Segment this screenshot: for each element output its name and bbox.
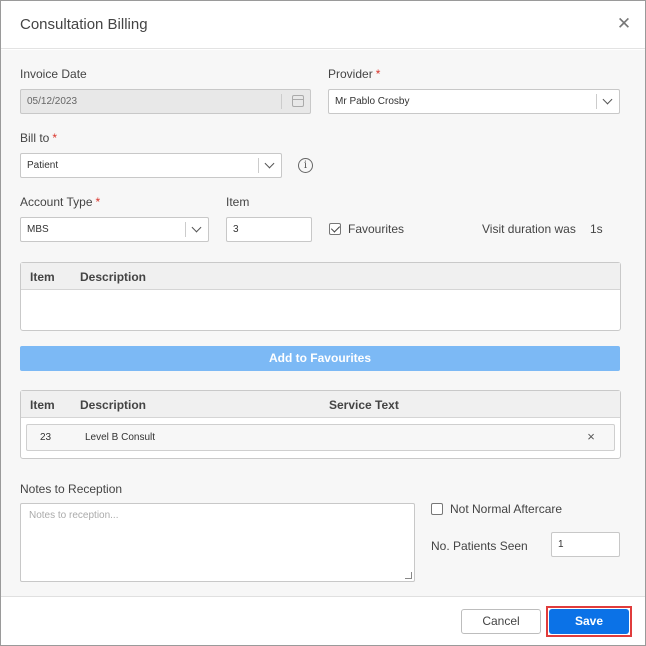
column-header-description: Description bbox=[80, 270, 147, 284]
notes-label: Notes to Reception bbox=[20, 482, 123, 496]
favourites-label: Favourites bbox=[348, 222, 405, 236]
favourites-checkbox[interactable] bbox=[329, 223, 341, 235]
table-header: Item Description bbox=[21, 263, 620, 290]
table-row[interactable]: 23 Level B Consult × bbox=[26, 424, 615, 451]
column-header-description: Description bbox=[80, 398, 147, 412]
account-type-label: Account Type * bbox=[20, 195, 101, 209]
chevron-down-icon[interactable] bbox=[186, 218, 208, 241]
not-normal-aftercare-label: Not Normal Aftercare bbox=[450, 502, 563, 516]
visit-duration-label: Visit duration was bbox=[482, 222, 576, 236]
column-header-item: Item bbox=[30, 270, 55, 284]
table-header: Item Description Service Text bbox=[21, 391, 620, 418]
column-header-item: Item bbox=[30, 398, 55, 412]
chevron-down-icon[interactable] bbox=[597, 90, 619, 113]
resize-handle[interactable] bbox=[405, 572, 412, 579]
dialog-footer: Cancel Save bbox=[1, 596, 645, 645]
visit-duration-value: 1s bbox=[590, 222, 603, 236]
chevron-down-icon[interactable] bbox=[259, 154, 281, 177]
row-description: Level B Consult bbox=[85, 432, 156, 443]
invoice-date-label: Invoice Date bbox=[20, 67, 87, 81]
bill-to-label: Bill to * bbox=[20, 131, 58, 145]
provider-select[interactable]: Mr Pablo Crosby bbox=[328, 89, 620, 114]
dialog-title: Consultation Billing bbox=[20, 16, 148, 33]
item-input[interactable]: 3 bbox=[226, 217, 312, 242]
account-type-select[interactable]: MBS bbox=[20, 217, 209, 242]
selected-items-table: Item Description Service Text 23 Level B… bbox=[20, 390, 621, 459]
provider-label: Provider * bbox=[328, 67, 381, 81]
not-normal-aftercare-checkbox[interactable] bbox=[431, 503, 443, 515]
invoice-date-field: 05/12/2023 bbox=[20, 89, 311, 114]
consultation-billing-dialog: Consultation Billing ✕ Invoice Date 05/1… bbox=[0, 0, 646, 646]
no-patients-seen-input[interactable]: 1 bbox=[551, 532, 620, 557]
no-patients-seen-label: No. Patients Seen bbox=[431, 539, 528, 553]
notes-textarea[interactable]: Notes to reception... bbox=[20, 503, 415, 582]
column-header-service-text: Service Text bbox=[329, 398, 399, 412]
bill-to-select[interactable]: Patient bbox=[20, 153, 282, 178]
info-icon[interactable]: i bbox=[298, 158, 313, 173]
dialog-titlebar: Consultation Billing ✕ bbox=[1, 1, 645, 49]
close-icon[interactable]: ✕ bbox=[615, 15, 633, 33]
calendar-icon bbox=[292, 95, 304, 107]
add-to-favourites-button[interactable]: Add to Favourites bbox=[20, 346, 620, 371]
row-item: 23 bbox=[40, 432, 52, 443]
save-button[interactable]: Save bbox=[549, 609, 629, 634]
item-label: Item bbox=[226, 195, 250, 209]
remove-row-icon[interactable]: × bbox=[584, 429, 598, 445]
dialog-content: Invoice Date 05/12/2023 Provider * Mr Pab… bbox=[1, 50, 645, 596]
item-search-table: Item Description bbox=[20, 262, 621, 331]
field-separator bbox=[281, 94, 282, 109]
cancel-button[interactable]: Cancel bbox=[461, 609, 541, 634]
notes-placeholder: Notes to reception... bbox=[29, 510, 119, 521]
